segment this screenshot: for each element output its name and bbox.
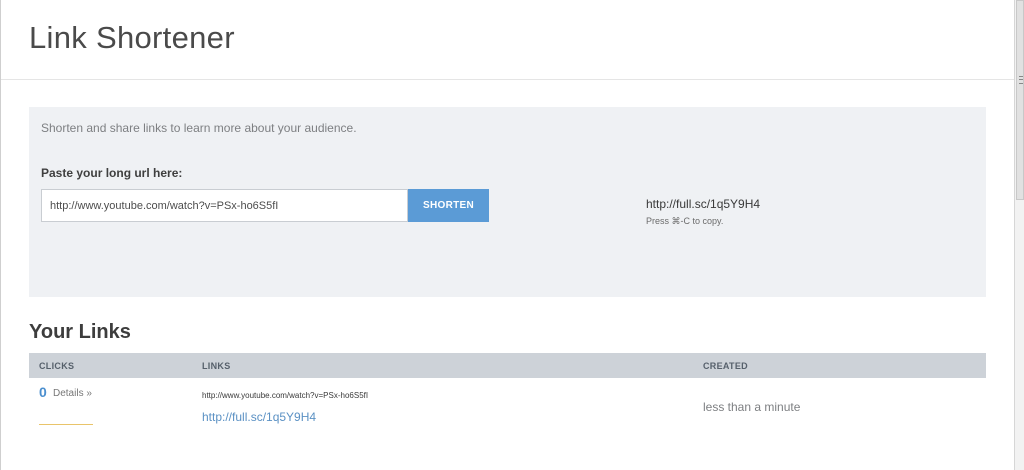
clicks-bar (39, 424, 93, 425)
short-url-link[interactable]: http://full.sc/1q5Y9H4 (202, 410, 316, 424)
shorten-button[interactable]: SHORTEN (408, 189, 489, 222)
copy-hint: Press ⌘-C to copy. (646, 216, 724, 226)
vertical-scrollbar[interactable] (1014, 0, 1024, 470)
url-input-label: Paste your long url here: (41, 166, 183, 180)
scroll-thumb[interactable] (1016, 0, 1024, 200)
shortener-panel: Shorten and share links to learn more ab… (29, 107, 986, 297)
shortened-link[interactable]: http://full.sc/1q5Y9H4 (646, 197, 760, 211)
table-row: 0 Details » http://www.youtube.com/watch… (29, 378, 986, 438)
your-links-title: Your Links (29, 321, 131, 343)
clicks-count: 0 (39, 384, 47, 400)
page-title: Link Shortener (29, 20, 235, 55)
column-links: LINKS (202, 361, 231, 371)
links-table-header: CLICKS LINKS CREATED (29, 353, 986, 378)
created-time: less than a minute (703, 400, 801, 414)
intro-text: Shorten and share links to learn more ab… (41, 121, 357, 135)
url-input[interactable] (41, 189, 408, 222)
details-link[interactable]: Details » (53, 388, 92, 399)
grip-icon (1019, 76, 1023, 84)
header: Link Shortener (1, 0, 1014, 80)
long-url: http://www.youtube.com/watch?v=PSx-ho6S5… (202, 391, 369, 400)
column-created: CREATED (703, 361, 748, 371)
column-clicks: CLICKS (39, 361, 75, 371)
page: Link Shortener Shorten and share links t… (0, 0, 1014, 470)
